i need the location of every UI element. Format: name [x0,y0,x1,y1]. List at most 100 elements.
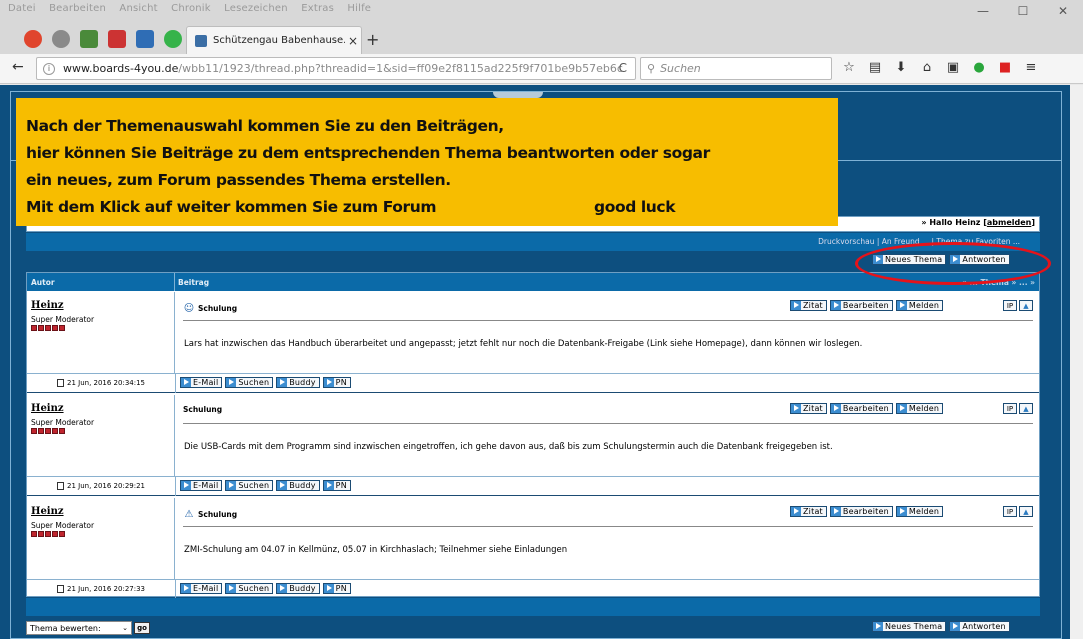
scroll-top-icon[interactable]: ▲ [1019,506,1033,517]
reply-button[interactable]: Antworten [949,621,1010,632]
new-topic-button[interactable]: Neues Thema [872,621,947,632]
scroll-top-icon[interactable]: ▲ [1019,300,1033,311]
quote-button[interactable]: Zitat [790,506,827,517]
post-author[interactable]: Heinz [31,300,64,311]
bookmark-star-icon[interactable]: ☆ [840,58,858,76]
arrow-icon [896,507,907,516]
email-label: E-Mail [193,584,219,593]
pm-label: PN [335,378,347,387]
pm-button[interactable]: PN [322,480,351,491]
close-tab-icon[interactable]: × [345,34,361,48]
ip-button[interactable]: IP [1003,506,1017,517]
arrow-icon [277,378,288,387]
menu-ansicht[interactable]: Ansicht [119,3,157,14]
menu-bar: Datei Bearbeiten Ansicht Chronik Lesezei… [0,0,1083,22]
email-button[interactable]: E-Mail [180,480,223,491]
email-button[interactable]: E-Mail [180,377,223,388]
search-label: Suchen [238,584,270,593]
edit-button[interactable]: Bearbeiten [829,300,893,311]
menu-bearbeiten[interactable]: Bearbeiten [49,3,106,14]
pinned-tab-icon[interactable] [164,30,182,48]
arrow-icon [323,481,334,490]
hamburger-menu-icon[interactable]: ≡ [1022,58,1040,76]
arrow-icon [226,481,237,490]
header-divider [174,273,175,291]
report-button[interactable]: Melden [895,300,944,311]
report-button[interactable]: Melden [895,403,944,414]
search-button[interactable]: Suchen [225,583,274,594]
rating-select[interactable]: Thema bewerten: ⌄ [26,621,132,635]
buddy-button[interactable]: Buddy [276,480,320,491]
minimize-button[interactable]: — [963,0,1003,22]
report-label: Melden [908,404,940,413]
pm-button[interactable]: PN [322,377,351,388]
pinned-tab-icon[interactable] [108,30,126,48]
close-window-button[interactable]: ✕ [1043,0,1083,22]
logout-link[interactable]: abmelden [987,218,1031,227]
reading-list-icon[interactable]: ▤ [866,58,884,76]
edit-label: Bearbeiten [842,507,889,516]
post-date: 21 Jun, 2016 20:34:15 [57,379,145,387]
buddy-button[interactable]: Buddy [276,377,320,388]
menu-datei[interactable]: Datei [8,3,36,14]
menu-lesezeichen[interactable]: Lesezeichen [224,3,288,14]
post-author[interactable]: Heinz [31,403,64,414]
page-scrollbar[interactable] [1070,85,1083,639]
pinned-tab-icon[interactable] [136,30,154,48]
site-info-icon[interactable]: i [43,62,55,75]
arrow-icon [896,301,907,310]
arrow-icon [791,301,801,310]
search-icon: ⚲ [647,62,656,75]
arrow-icon [323,378,334,387]
tutorial-note: Nach der Themenauswahl kommen Sie zu den… [16,98,838,226]
rating-go-button[interactable]: go [134,622,150,634]
ip-button[interactable]: IP [1003,300,1017,311]
buddy-button[interactable]: Buddy [276,583,320,594]
download-icon[interactable]: ⬇ [892,58,910,76]
home-icon[interactable]: ⌂ [918,58,936,76]
rating-form: Thema bewerten: ⌄ go [26,621,150,635]
footer-divider [175,477,176,496]
post-footer-buttons: E-Mail Suchen Buddy PN [180,583,354,594]
post-author[interactable]: Heinz [31,506,64,517]
url-bar[interactable]: i www.boards-4you.de /wbb11/1923/thread.… [36,57,636,80]
search-button[interactable]: Suchen [225,480,274,491]
note-line-1: Nach der Themenauswahl kommen Sie zu den… [26,117,504,135]
navigation-bar: ← i www.boards-4you.de /wbb11/1923/threa… [0,54,1083,84]
back-button[interactable]: ← [12,59,24,75]
buddy-label: Buddy [289,378,316,387]
pinned-tab-icon[interactable] [24,30,42,48]
new-topic-label: Neues Thema [885,622,943,631]
post-message: Lars hat inzwischen das Handbuch überarb… [184,339,863,349]
scroll-top-icon[interactable]: ▲ [1019,403,1033,414]
edit-button[interactable]: Bearbeiten [829,403,893,414]
arrow-icon [791,507,801,516]
quote-button[interactable]: Zitat [790,403,827,414]
tab-active[interactable]: Schützengau Babenhause... × [186,26,362,54]
pm-button[interactable]: PN [322,583,351,594]
addon-icon[interactable]: ■ [996,58,1014,76]
menu-chronik[interactable]: Chronik [171,3,211,14]
menu-extras[interactable]: Extras [301,3,334,14]
reload-icon[interactable]: C [619,61,627,75]
arrow-icon [323,584,334,593]
menu-hilfe[interactable]: Hilfe [347,3,371,14]
maximize-button[interactable]: ☐ [1003,0,1043,22]
pinned-tab-icon[interactable] [52,30,70,48]
rank-stars [31,428,65,434]
new-tab-button[interactable]: + [366,30,379,49]
arrow-icon [181,481,191,490]
whatsapp-icon[interactable]: ● [970,58,988,76]
pinned-tab-icon[interactable] [80,30,98,48]
pocket-icon[interactable]: ▣ [944,58,962,76]
search-button[interactable]: Suchen [225,377,274,388]
edit-button[interactable]: Bearbeiten [829,506,893,517]
email-button[interactable]: E-Mail [180,583,223,594]
user-greeting: » Hallo Heinz [abmelden] [921,218,1035,227]
search-input[interactable]: ⚲ Suchen [640,57,832,80]
report-button[interactable]: Melden [895,506,944,517]
post-footer: 21 Jun, 2016 20:27:33 E-Mail Suchen Budd… [27,579,1039,599]
quote-button[interactable]: Zitat [790,300,827,311]
ip-button[interactable]: IP [1003,403,1017,414]
toolbar-icons: ☆ ▤ ⬇ ⌂ ▣ ● ■ ≡ [840,58,1040,76]
